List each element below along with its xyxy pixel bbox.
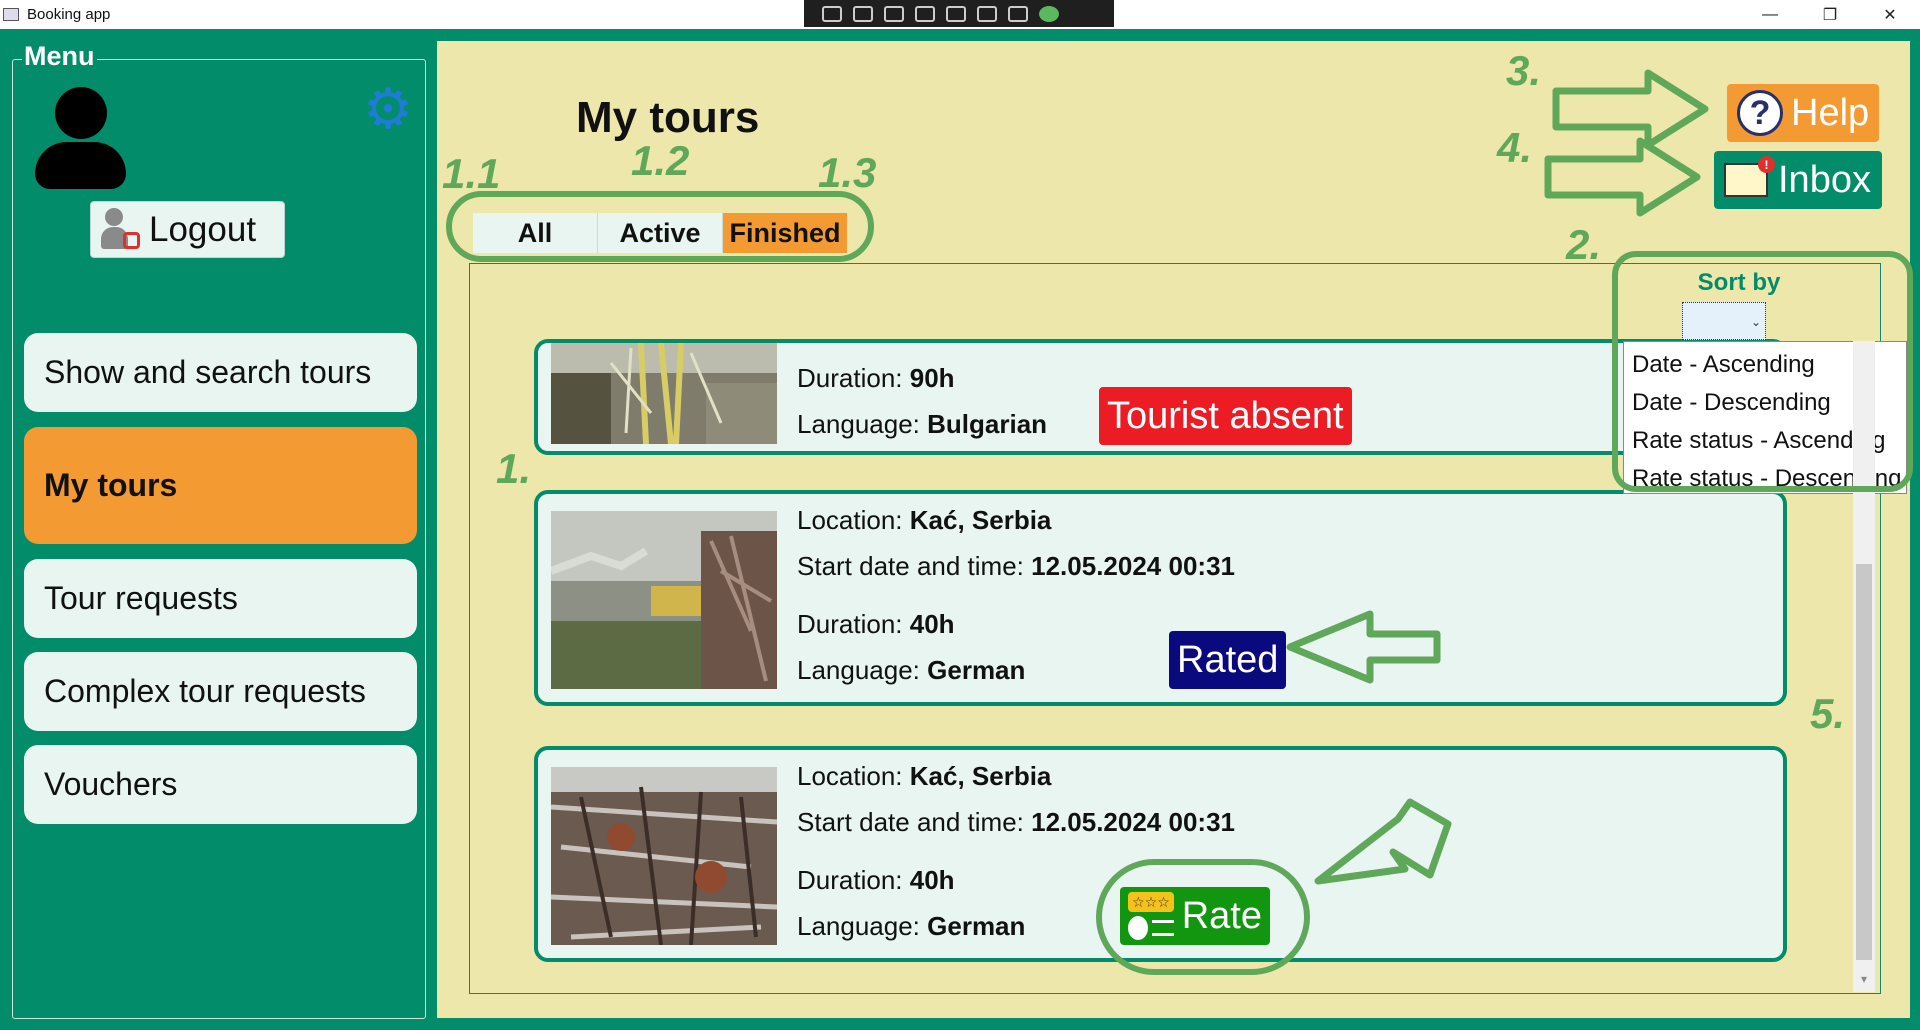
- capture-tool-icon[interactable]: [822, 5, 842, 22]
- annotation-1: 1.: [496, 445, 532, 492]
- start-label: Start date and time:: [797, 551, 1024, 581]
- annotation-4: 4.: [1497, 124, 1533, 171]
- language-value: German: [927, 911, 1026, 941]
- inbox-button[interactable]: ! Inbox: [1714, 151, 1882, 209]
- close-button[interactable]: ✕: [1860, 0, 1920, 29]
- tour-card: Duration: 90h Language: Bulgarian Touris…: [534, 339, 1787, 455]
- annotation-1-1: 1.1: [442, 150, 501, 197]
- duration-label: Duration:: [797, 609, 903, 639]
- scrollbar-thumb[interactable]: [1856, 564, 1872, 960]
- annotation-2: 2.: [1566, 221, 1602, 268]
- app-window-icon: [3, 8, 19, 21]
- duration-value: 40h: [909, 865, 955, 895]
- logout-label: Logout: [149, 209, 257, 249]
- help-icon: ?: [1737, 90, 1783, 136]
- title-bar: Booking app — ❐ ✕: [0, 0, 1920, 29]
- language-value: German: [927, 655, 1026, 685]
- annotation-1-3: 1.3: [818, 149, 877, 196]
- location-label: Location:: [797, 761, 903, 791]
- start-value: 12.05.2024 00:31: [1031, 807, 1235, 837]
- help-label: Help: [1791, 91, 1870, 134]
- help-button[interactable]: ? Help: [1727, 84, 1879, 142]
- frame-icon[interactable]: [915, 5, 935, 22]
- sidebar-item-tour-requests[interactable]: Tour requests: [24, 559, 417, 638]
- location-value: Kać, Serbia: [909, 761, 1052, 791]
- tour-photo: [551, 767, 777, 945]
- location-label: Location:: [797, 505, 903, 535]
- tourist-absent-badge: Tourist absent: [1099, 387, 1352, 445]
- annotation-1-2: 1.2: [631, 137, 690, 184]
- duration-value: 90h: [909, 363, 955, 393]
- tour-card: Location: Kać, Serbia Start date and tim…: [534, 490, 1787, 706]
- tabs-highlight-ring: [446, 191, 874, 262]
- gear-icon[interactable]: ⚙: [358, 79, 418, 139]
- check-icon[interactable]: [1039, 5, 1059, 22]
- pointer-icon[interactable]: [884, 5, 904, 22]
- location-value: Kać, Serbia: [909, 505, 1052, 535]
- inbox-label: Inbox: [1778, 158, 1871, 201]
- audio-icon[interactable]: [977, 5, 997, 22]
- inbox-icon: !: [1724, 156, 1775, 197]
- language-label: Language:: [797, 911, 920, 941]
- accessibility-icon[interactable]: [1008, 5, 1028, 22]
- capture-toolbar: [804, 0, 1114, 27]
- inbox-alert-badge: !: [1758, 156, 1775, 173]
- language-label: Language:: [797, 655, 920, 685]
- duration-value: 40h: [909, 609, 955, 639]
- language-label: Language:: [797, 409, 920, 439]
- avatar: [33, 87, 128, 189]
- annotation-3: 3.: [1506, 47, 1542, 94]
- sidebar-item-my-tours[interactable]: My tours: [24, 427, 417, 544]
- restore-button[interactable]: ❐: [1800, 0, 1860, 29]
- page-title: My tours: [576, 93, 760, 142]
- duration-label: Duration:: [797, 363, 903, 393]
- rated-badge: Rated: [1169, 631, 1287, 689]
- annotation-5: 5.: [1810, 690, 1846, 737]
- tour-photo: [551, 511, 777, 689]
- sidebar-item-vouchers[interactable]: Vouchers: [24, 745, 417, 824]
- app-window: Menu ⚙ Logout Show and search tours My t…: [0, 29, 1920, 1030]
- minimize-button[interactable]: —: [1740, 0, 1800, 29]
- rate-highlight-ring: [1096, 859, 1310, 975]
- region-icon[interactable]: [946, 5, 966, 22]
- scroll-down-icon[interactable]: ▾: [1856, 972, 1872, 988]
- start-value: 12.05.2024 00:31: [1031, 551, 1235, 581]
- menu-legend: Menu: [22, 41, 97, 72]
- language-value: Bulgarian: [927, 409, 1048, 439]
- duration-label: Duration:: [797, 865, 903, 895]
- sidebar-item-complex-tour-requests[interactable]: Complex tour requests: [24, 652, 417, 731]
- window-title: Booking app: [27, 6, 111, 23]
- video-icon[interactable]: [853, 5, 873, 22]
- sidebar-item-show-and-search-tours[interactable]: Show and search tours: [24, 333, 417, 412]
- logout-icon: [101, 207, 141, 252]
- tour-photo: [551, 343, 777, 444]
- sort-highlight-ring: [1612, 251, 1913, 492]
- logout-button[interactable]: Logout: [90, 201, 285, 258]
- start-label: Start date and time:: [797, 807, 1024, 837]
